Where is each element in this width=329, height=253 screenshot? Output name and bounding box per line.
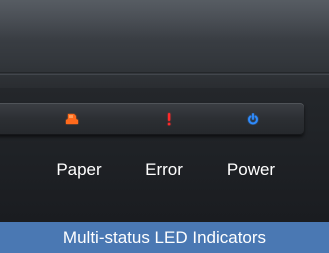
power-label: Power <box>226 160 276 179</box>
paper-label: Paper <box>56 160 102 179</box>
caption-text: Multi-status LED Indicators <box>62 227 267 247</box>
device-highlight <box>0 0 329 40</box>
power-icon <box>245 112 261 126</box>
exclamation-icon <box>161 112 177 126</box>
device-seam <box>0 72 329 75</box>
led-indicator-photo: Paper Error Power Multi-status LED Indic… <box>0 0 329 253</box>
error-label: Error <box>145 160 183 179</box>
paper-jam-icon <box>64 112 80 126</box>
caption-bar: Multi-status LED Indicators <box>0 222 329 253</box>
